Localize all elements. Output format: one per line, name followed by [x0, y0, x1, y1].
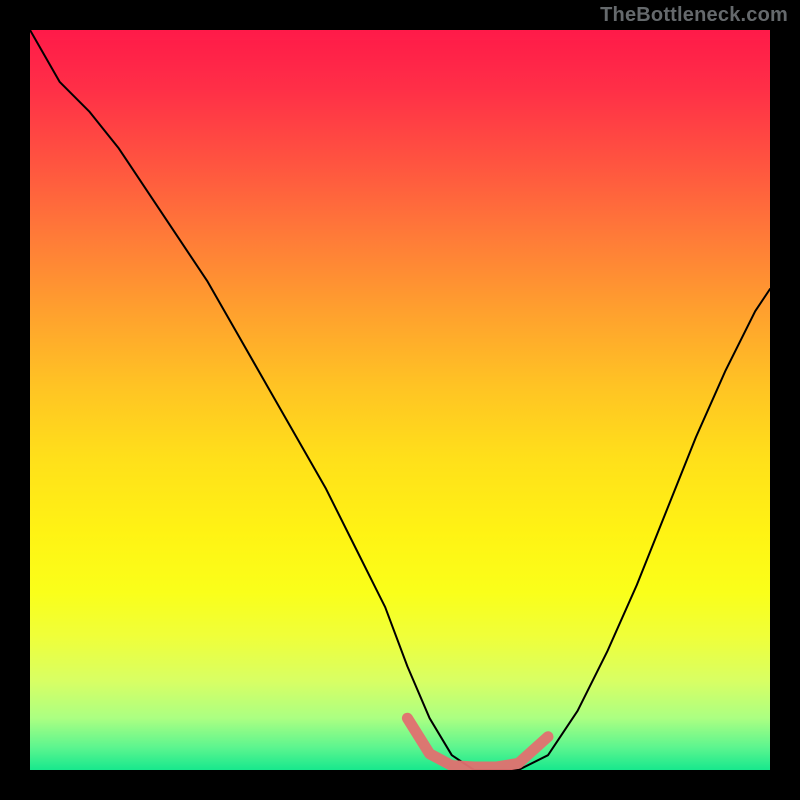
chart-svg	[30, 30, 770, 770]
attribution-text: TheBottleneck.com	[600, 4, 788, 27]
chart-frame: TheBottleneck.com	[0, 0, 800, 800]
plot-area	[30, 30, 770, 770]
